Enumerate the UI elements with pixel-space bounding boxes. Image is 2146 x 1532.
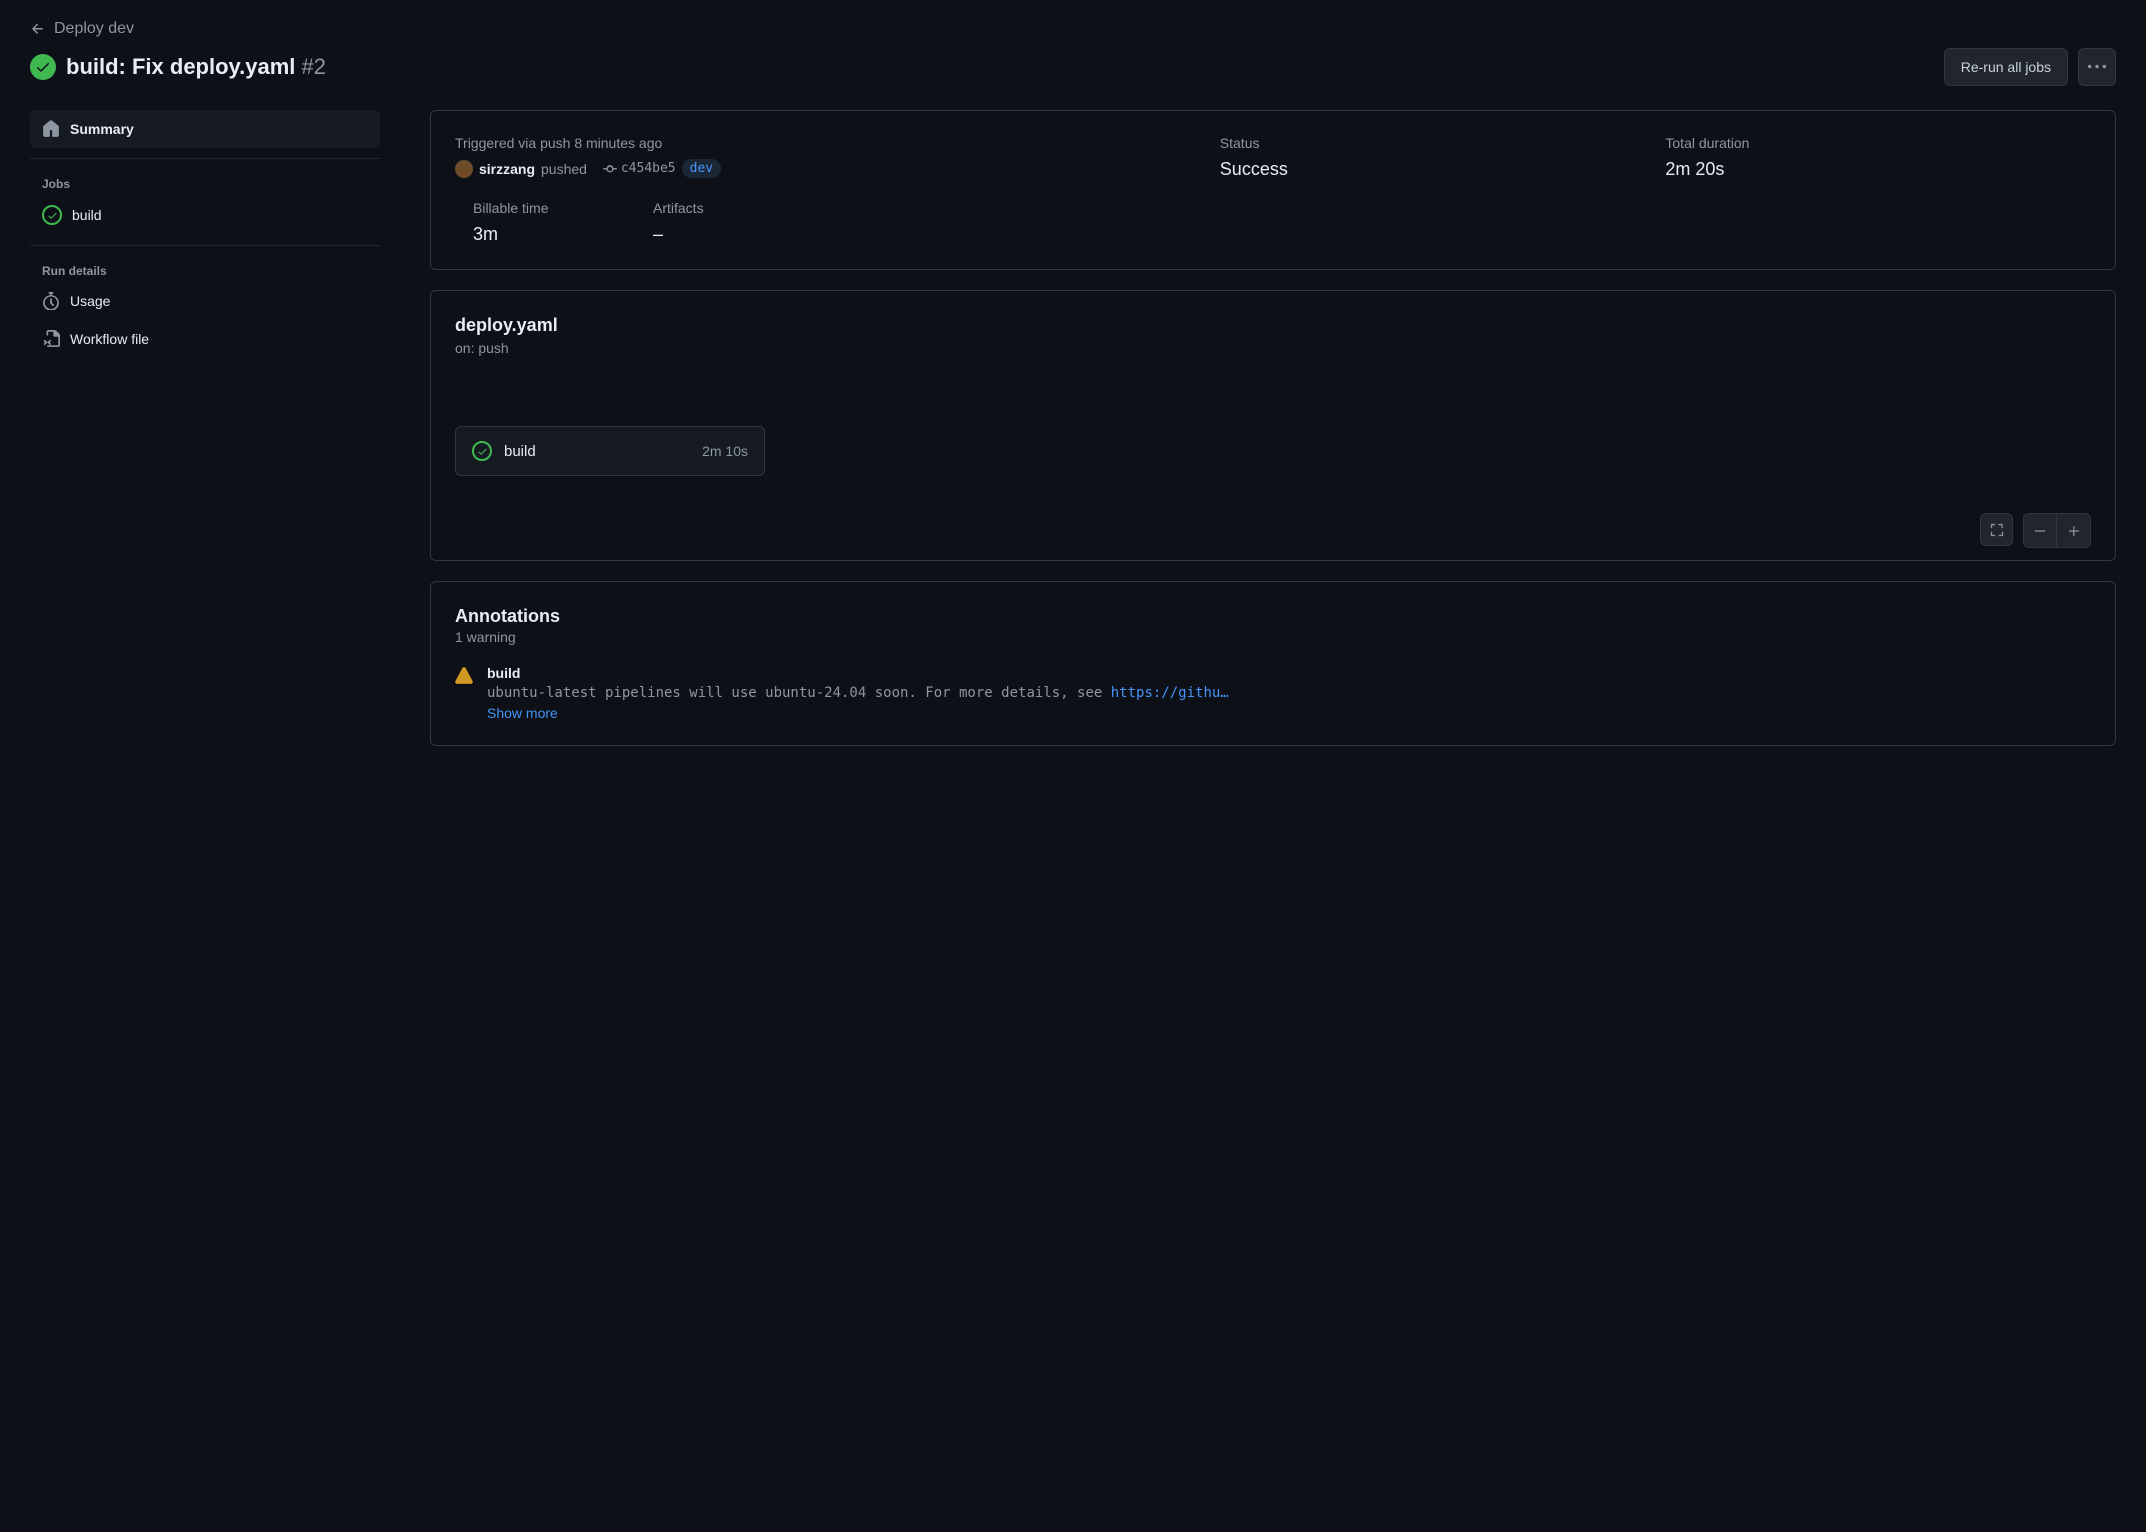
breadcrumb-label: Deploy dev — [54, 20, 134, 38]
trigger-text: Triggered via push 8 minutes ago — [455, 135, 1200, 151]
annotation-name: build — [487, 665, 2091, 681]
job-name: build — [504, 443, 690, 460]
duration-value: 2m 20s — [1665, 159, 2091, 180]
stopwatch-icon — [42, 292, 60, 310]
annotation-link[interactable]: https://githu… — [1111, 685, 1229, 701]
billable-label: Billable time — [473, 200, 633, 216]
status-value: Success — [1220, 159, 1646, 180]
artifacts-label: Artifacts — [653, 200, 813, 216]
duration-label: Total duration — [1665, 135, 2091, 151]
kebab-icon — [2088, 58, 2106, 76]
success-icon — [472, 441, 492, 461]
arrow-left-icon — [30, 21, 46, 37]
zoom-in-button[interactable] — [2057, 514, 2090, 547]
sidebar-item-usage[interactable]: Usage — [30, 282, 380, 320]
fullscreen-button[interactable] — [1980, 513, 2013, 546]
sidebar: Summary Jobs build Run details Usage Wor… — [30, 110, 380, 766]
annotations-card: Annotations 1 warning build ubuntu-lates… — [430, 581, 2116, 746]
annotation-item: build ubuntu-latest pipelines will use u… — [455, 665, 2091, 721]
sidebar-heading-jobs: Jobs — [30, 169, 380, 195]
success-icon — [42, 205, 62, 225]
workflow-graph-card: deploy.yaml on: push build 2m 10s — [430, 290, 2116, 561]
sidebar-item-summary[interactable]: Summary — [30, 110, 380, 148]
zoom-out-button[interactable] — [2024, 514, 2057, 547]
billable-value: 3m — [473, 224, 633, 245]
summary-card: Triggered via push 8 minutes ago sirzzan… — [430, 110, 2116, 270]
commit-icon — [603, 162, 617, 176]
breadcrumb-back[interactable]: Deploy dev — [30, 20, 2116, 38]
home-icon — [42, 120, 60, 138]
annotations-title: Annotations — [455, 606, 2091, 627]
sidebar-item-label: Summary — [70, 121, 134, 137]
sidebar-item-label: Usage — [70, 293, 110, 309]
run-number: #2 — [302, 54, 326, 79]
sidebar-item-job-build[interactable]: build — [30, 195, 380, 235]
minus-icon — [2033, 524, 2047, 538]
rerun-all-jobs-button[interactable]: Re-run all jobs — [1944, 48, 2068, 86]
success-icon — [30, 54, 56, 80]
workflow-file-name: deploy.yaml — [455, 315, 2091, 336]
commit-link[interactable]: c454be5 — [603, 161, 676, 176]
sidebar-item-workflow-file[interactable]: Workflow file — [30, 320, 380, 358]
warning-icon — [455, 667, 473, 685]
file-code-icon — [42, 330, 60, 348]
avatar[interactable] — [455, 160, 473, 178]
annotation-message: ubuntu-latest pipelines will use ubuntu-… — [487, 685, 2091, 701]
branch-badge[interactable]: dev — [682, 159, 721, 178]
page-title: build: Fix deploy.yaml #2 — [66, 54, 326, 80]
user-link[interactable]: sirzzang — [479, 161, 535, 177]
annotations-subtitle: 1 warning — [455, 629, 2091, 645]
page-title-row: build: Fix deploy.yaml #2 — [30, 54, 326, 80]
more-actions-button[interactable] — [2078, 48, 2116, 86]
plus-icon — [2067, 524, 2081, 538]
artifacts-value: – — [653, 224, 813, 245]
main-content: Triggered via push 8 minutes ago sirzzan… — [430, 110, 2116, 766]
sidebar-item-label: build — [72, 207, 102, 223]
status-label: Status — [1220, 135, 1646, 151]
sidebar-heading-run-details: Run details — [30, 256, 380, 282]
fullscreen-icon — [1990, 523, 2004, 537]
workflow-trigger: on: push — [455, 340, 2091, 356]
sidebar-item-label: Workflow file — [70, 331, 149, 347]
show-more-button[interactable]: Show more — [487, 705, 2091, 721]
pushed-text: pushed — [541, 161, 587, 177]
job-duration: 2m 10s — [702, 443, 748, 459]
job-node-build[interactable]: build 2m 10s — [455, 426, 765, 476]
